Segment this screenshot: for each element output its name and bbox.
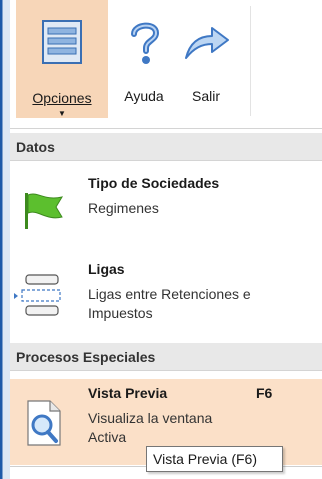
- section-header-procesos-especiales: Procesos Especiales: [10, 343, 322, 371]
- ayuda-button[interactable]: Ayuda: [116, 6, 172, 104]
- window-left-edge: [0, 0, 10, 479]
- options-dropdown-menu: Datos Tipo de Sociedades Regimenes Ligas…: [10, 129, 322, 479]
- section-header-datos: Datos: [10, 133, 322, 161]
- tooltip: Vista Previa (F6): [146, 446, 283, 472]
- exit-arrow-icon: [185, 27, 229, 59]
- ribbon-toolbar: Opciones ▼ Ayuda Salir: [10, 0, 322, 129]
- salir-label: Salir: [191, 88, 220, 104]
- preview-icon: [27, 400, 61, 446]
- shortcut-key: F6: [256, 385, 273, 401]
- menu-item-description: Regimenes: [88, 200, 159, 216]
- opciones-button[interactable]: Opciones ▼: [16, 0, 108, 118]
- salir-button[interactable]: Salir: [178, 6, 234, 104]
- options-list-icon: [42, 20, 82, 64]
- menu-item-ligas[interactable]: Ligas Ligas entre Retenciones e Impuesto…: [10, 255, 322, 335]
- opciones-label: Opciones: [32, 90, 92, 106]
- help-question-icon: [131, 22, 160, 64]
- menu-item-title: Vista Previa: [88, 385, 168, 401]
- flag-icon: [25, 193, 64, 229]
- menu-item-tipo-de-sociedades[interactable]: Tipo de Sociedades Regimenes: [10, 169, 322, 249]
- menu-item-title: Ligas: [88, 261, 125, 277]
- ribbon-separator: [250, 6, 251, 116]
- chevron-down-icon: ▼: [58, 109, 66, 118]
- menu-item-description: Visualiza la ventana Activa: [88, 410, 213, 445]
- link-lists-icon: [14, 274, 61, 316]
- menu-item-title: Tipo de Sociedades: [88, 175, 220, 191]
- ayuda-label: Ayuda: [124, 88, 164, 104]
- menu-item-description: Ligas entre Retenciones e Impuestos: [88, 286, 251, 321]
- application-menu-window: Opciones ▼ Ayuda Salir Datos Tipo de Soc…: [0, 0, 322, 479]
